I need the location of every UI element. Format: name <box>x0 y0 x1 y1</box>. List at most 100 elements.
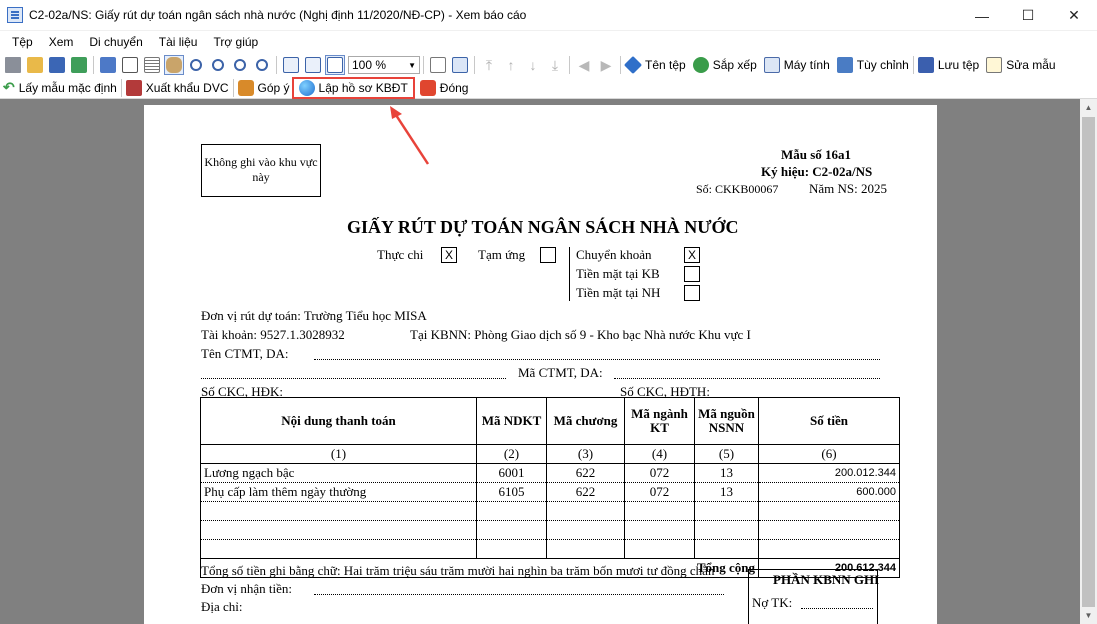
diamond-icon <box>623 55 643 75</box>
sort-button[interactable]: Sắp xếp <box>692 55 757 75</box>
receiver-label: Đơn vị nhận tiền: <box>201 581 292 596</box>
cash-nh-checkbox[interactable] <box>684 285 700 301</box>
row-ndkt: 6105 <box>476 482 547 502</box>
forward-circle-icon: ▶ <box>600 56 612 73</box>
account-line: Tài khoản: 9527.1.3028932 <box>201 327 345 342</box>
back-button[interactable]: ◀ <box>574 55 594 75</box>
dotted-line <box>614 378 880 379</box>
calculator-button[interactable]: Máy tính <box>763 55 830 75</box>
maximize-button[interactable]: ☐ <box>1005 0 1051 31</box>
pan-tool-button[interactable] <box>164 55 184 75</box>
first-page-button[interactable]: ⤒ <box>479 55 499 75</box>
last-page-button[interactable]: ⤓ <box>545 55 565 75</box>
table-view-button[interactable] <box>98 55 118 75</box>
vertical-scrollbar[interactable]: ▲ ▼ <box>1080 99 1097 624</box>
forward-button[interactable]: ▶ <box>596 55 616 75</box>
hand-icon <box>166 57 182 73</box>
fit-button[interactable] <box>252 55 272 75</box>
export-icon <box>71 57 87 73</box>
print-button[interactable] <box>3 55 23 75</box>
app-icon <box>7 7 23 23</box>
scroll-thumb[interactable] <box>1082 117 1095 607</box>
toolbar-main: 100 % ▼ ⤒ ↑ ↓ ⤓ ◀ ▶ Tên tệp Sắp xếp Máy … <box>0 53 1097 77</box>
default-template-label: Lấy mẫu mặc định <box>18 80 117 95</box>
menu-navigate[interactable]: Di chuyển <box>81 35 150 49</box>
fit-page-button[interactable] <box>303 55 323 75</box>
save-button[interactable] <box>47 55 67 75</box>
multi-page-icon <box>452 57 468 73</box>
actual-size-button[interactable] <box>325 55 345 75</box>
single-page-button[interactable] <box>428 55 448 75</box>
row-amount: 200.012.344 <box>758 463 900 483</box>
floppy-icon <box>917 57 934 73</box>
close-window-button[interactable]: ✕ <box>1051 0 1097 31</box>
transfer-label: Chuyển khoản <box>576 247 652 262</box>
menu-file[interactable]: Tệp <box>4 35 41 49</box>
prev-page-button[interactable]: ↑ <box>501 55 521 75</box>
page-setup-button[interactable] <box>120 55 140 75</box>
create-kbdt-button[interactable]: Lập hồ sơ KBĐT <box>291 76 415 99</box>
fit-page-icon <box>305 57 321 73</box>
menu-help[interactable]: Trợ giúp <box>205 35 266 49</box>
unit-line: Đơn vị rút dự toán: Trường Tiểu học MISA <box>201 308 427 323</box>
advance-checkbox[interactable] <box>540 247 556 263</box>
cash-kb-checkbox[interactable] <box>684 266 700 282</box>
table-row <box>200 539 900 559</box>
minimize-button[interactable]: — <box>959 0 1005 31</box>
header-industry: Mã ngành KT <box>624 397 695 445</box>
table-row <box>200 501 900 521</box>
open-button[interactable] <box>25 55 45 75</box>
zoom-out-button[interactable] <box>230 55 250 75</box>
calculator-label: Máy tính <box>783 58 830 72</box>
file-name-button[interactable]: Tên tệp <box>623 55 686 75</box>
undo-arrow-icon: ↶ <box>3 79 15 95</box>
customize-button[interactable]: Tùy chỉnh <box>836 55 909 75</box>
toolbar-separator <box>569 56 570 74</box>
index-cell: (2) <box>476 444 547 464</box>
transfer-checkbox[interactable]: X <box>684 247 700 263</box>
zoom-in-button[interactable] <box>208 55 228 75</box>
actual-spend-checkbox[interactable]: X <box>441 247 457 263</box>
ctmt-code-label: Mã CTMT, DA: <box>518 365 603 380</box>
index-cell: (4) <box>624 444 695 464</box>
index-cell: (3) <box>546 444 625 464</box>
close-report-label: Đóng <box>439 80 469 95</box>
save-icon <box>49 57 65 73</box>
row-industry: 072 <box>624 482 695 502</box>
report-viewer[interactable]: Không ghi vào khu vực này Mẫu số 16a1 Ký… <box>0 99 1080 624</box>
default-template-button[interactable]: ↶ Lấy mẫu mặc định <box>3 78 117 98</box>
scroll-up-icon[interactable]: ▲ <box>1080 99 1097 116</box>
header-content: Nội dung thanh toán <box>200 397 477 445</box>
menu-document[interactable]: Tài liệu <box>151 35 206 49</box>
zoom-select[interactable]: 100 % ▼ <box>348 56 420 74</box>
toolbar-separator <box>232 78 234 97</box>
zoom-button[interactable] <box>186 55 206 75</box>
kbnn-section: PHẦN KBNN GHI Nợ TK: <box>748 569 879 624</box>
back-circle-icon: ◀ <box>578 56 590 73</box>
scroll-down-icon[interactable]: ▼ <box>1080 607 1097 624</box>
menu-view[interactable]: Xem <box>41 35 82 49</box>
text-view-button[interactable] <box>142 55 162 75</box>
edit-icon <box>986 57 1003 73</box>
toolbar-separator <box>93 56 94 74</box>
customize-icon <box>836 57 853 73</box>
zoom-value: 100 % <box>352 58 387 72</box>
export-button[interactable] <box>69 55 89 75</box>
feedback-button[interactable]: Góp ý <box>237 78 290 98</box>
save-file-button[interactable]: Lưu tệp <box>917 55 979 75</box>
fit-width-button[interactable] <box>281 55 301 75</box>
dotted-line <box>314 359 880 360</box>
table-row: Phụ cấp làm thêm ngày thường 6105 622 07… <box>200 482 900 502</box>
row-amount: 600.000 <box>758 482 900 502</box>
export-dvc-button[interactable]: Xuất khẩu DVC <box>125 78 229 98</box>
edit-template-button[interactable]: Sửa mẫu <box>986 55 1056 75</box>
row-chapter: 622 <box>546 482 625 502</box>
close-report-button[interactable]: Đóng <box>419 78 469 98</box>
zoom-out-icon <box>234 59 246 71</box>
multi-page-button[interactable] <box>450 55 470 75</box>
next-page-button[interactable]: ↓ <box>523 55 543 75</box>
feedback-label: Góp ý <box>257 80 290 95</box>
actual-spend-label: Thực chi <box>377 247 424 262</box>
single-page-icon <box>430 57 446 73</box>
amount-in-words: Tổng số tiền ghi bằng chữ: Hai trăm triệ… <box>201 563 715 578</box>
